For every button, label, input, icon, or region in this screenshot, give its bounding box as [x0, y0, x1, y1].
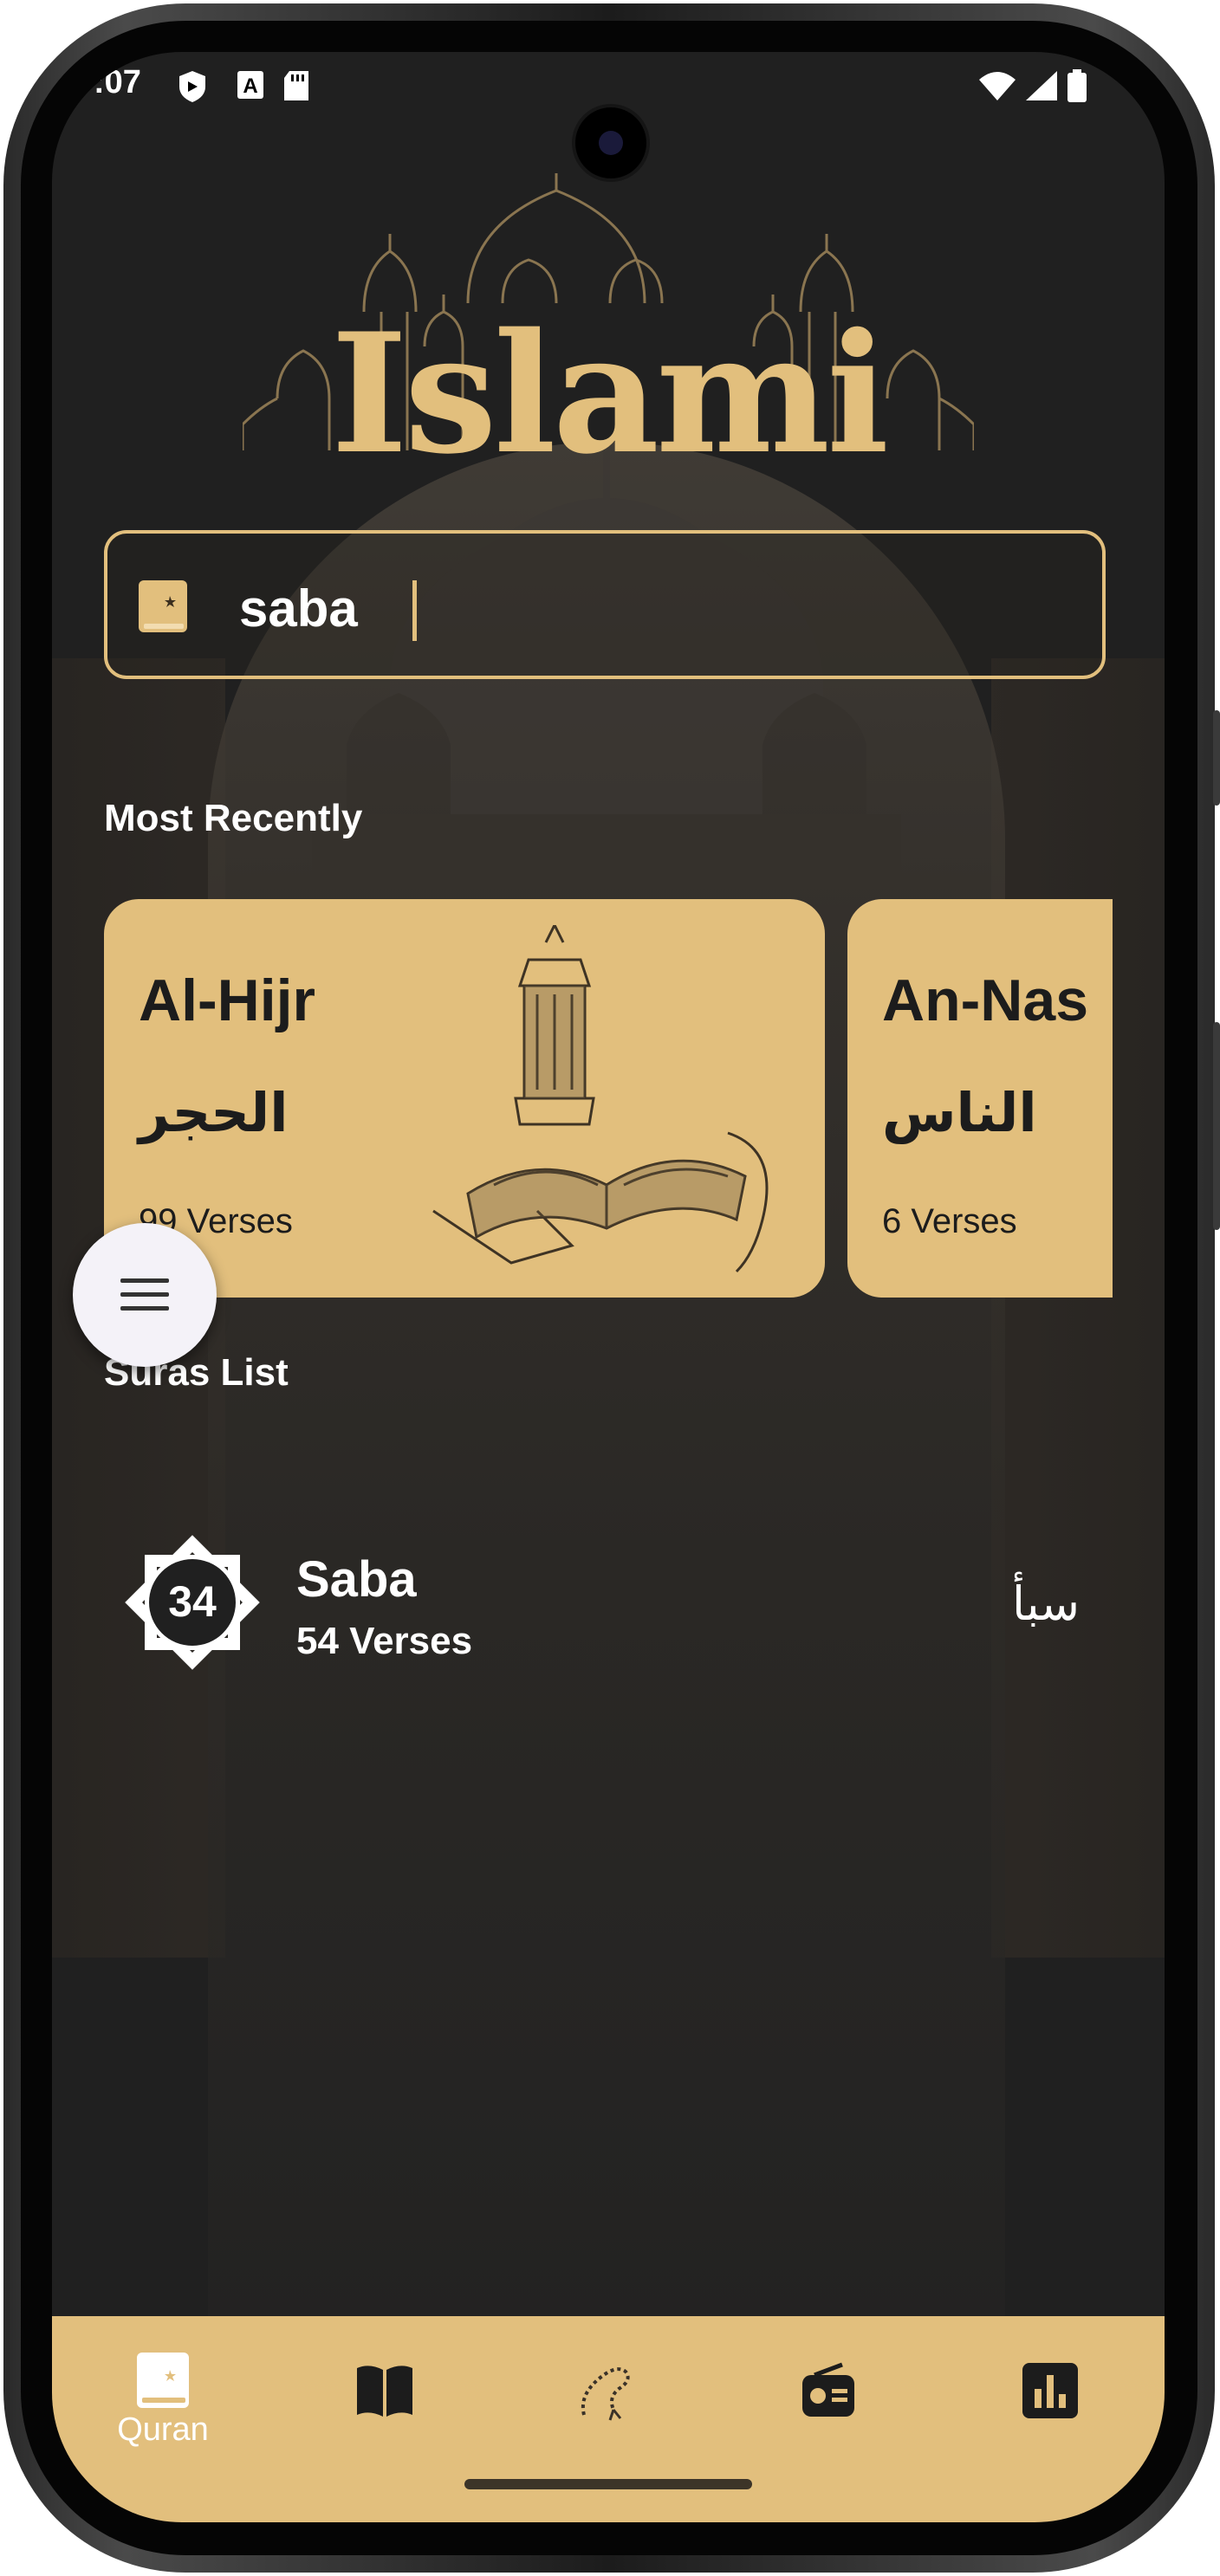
- card-verses: 6 Verses: [882, 1202, 1017, 1240]
- home-indicator[interactable]: [464, 2479, 752, 2489]
- search-input[interactable]: [237, 577, 1021, 639]
- card-name-ar: الناس: [882, 1081, 1037, 1144]
- card-name-ar: الحجر: [139, 1081, 289, 1144]
- battery-icon: [1068, 69, 1087, 102]
- radio-icon: [802, 2362, 854, 2417]
- nav-item-times[interactable]: [939, 2316, 1161, 2489]
- app-logo: Islami: [330, 297, 889, 490]
- sura-list-item[interactable]: 34 Saba 54 Verses سبأ: [104, 1516, 1106, 1672]
- recent-carousel[interactable]: Al-Hijr الحجر 99 Verses An-Nas الناس 6 V…: [104, 899, 1165, 1298]
- menu-icon: [120, 1278, 169, 1311]
- menu-button[interactable]: [73, 1223, 217, 1367]
- power-button: [1213, 1022, 1220, 1230]
- search-box[interactable]: [104, 530, 1106, 679]
- quran-book-icon: [139, 580, 187, 632]
- nav-label-quran: Quran: [117, 2411, 209, 2448]
- quran-icon: [137, 2353, 189, 2408]
- text-cursor: [412, 580, 417, 641]
- sura-number: 34: [168, 1577, 217, 1626]
- nav-item-sebha[interactable]: [496, 2316, 717, 2489]
- front-camera: [572, 104, 650, 182]
- signal-icon: [1026, 71, 1057, 100]
- nav-item-hadith[interactable]: [274, 2316, 496, 2489]
- quran-lantern-illustration: [432, 925, 769, 1273]
- screen: :07 A Islami saba Most Recently Al-Hijr …: [52, 52, 1165, 2522]
- nav-item-radio[interactable]: [717, 2316, 939, 2489]
- card-name-en: An-Nas: [882, 968, 1089, 1033]
- status-time: :07: [94, 64, 141, 100]
- card-name-en: Al-Hijr: [139, 968, 315, 1033]
- sura-name-en: Saba: [296, 1551, 417, 1608]
- most-recently-title: Most Recently: [104, 797, 363, 839]
- sura-verses: 54 Verses: [296, 1620, 473, 1662]
- a-icon: A: [237, 71, 263, 99]
- sd-card-icon: [284, 71, 308, 100]
- svg-text:A: A: [243, 74, 257, 98]
- wifi-icon: [979, 72, 1016, 100]
- volume-button: [1213, 710, 1220, 806]
- book-icon: [357, 2366, 412, 2417]
- shield-icon: [179, 71, 205, 102]
- bar-chart-icon: [1022, 2363, 1078, 2418]
- recent-card[interactable]: An-Nas الناس 6 Verses: [847, 899, 1113, 1298]
- sura-name-ar: سبأ: [1012, 1576, 1080, 1631]
- nav-item-quran[interactable]: Quran: [52, 2316, 274, 2489]
- bottom-navigation: Quran: [52, 2316, 1165, 2522]
- recent-card[interactable]: Al-Hijr الحجر 99 Verses: [104, 899, 825, 1298]
- sebha-icon: [581, 2367, 630, 2421]
